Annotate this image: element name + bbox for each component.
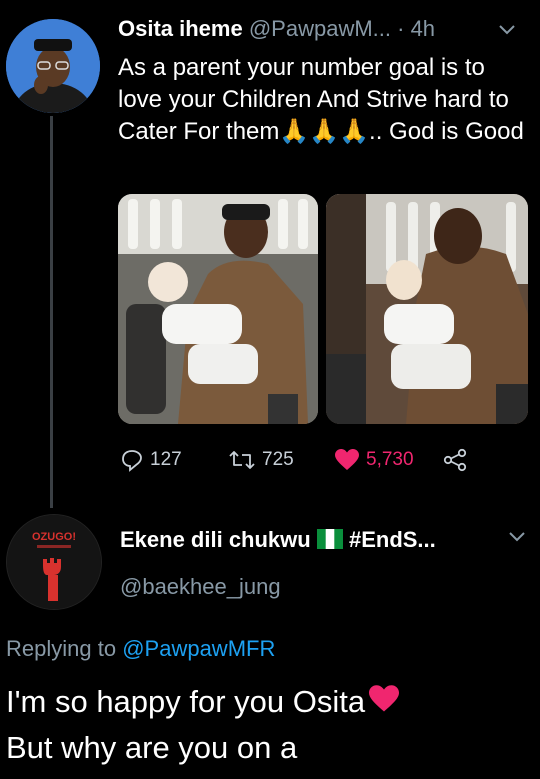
tweet-photo-1[interactable] xyxy=(118,194,318,424)
tweet-text: As a parent your number goal is to love … xyxy=(118,52,528,148)
retweet-icon xyxy=(228,448,256,472)
tweet-media xyxy=(118,194,528,424)
like-count: 5,730 xyxy=(366,449,414,470)
display-name[interactable]: Osita iheme xyxy=(118,16,243,41)
tweet-text-tail: .. God is Good xyxy=(369,118,524,145)
reply-icon xyxy=(120,448,144,472)
reply-tweet-text: I'm so happy for you Osita But why are y… xyxy=(6,680,536,770)
chevron-down-icon[interactable] xyxy=(508,530,526,548)
chevron-down-icon[interactable] xyxy=(498,20,516,41)
retweet-button[interactable]: 725 xyxy=(228,448,294,472)
reply-text-line1: I'm so happy for you Osita xyxy=(6,684,366,719)
replying-to: Replying to @PawpawMFR xyxy=(6,636,275,662)
tweet-actions: 127 725 5,730 xyxy=(118,448,528,476)
tweet1-header: Osita iheme @PawpawM... · 4h xyxy=(118,16,435,42)
replying-handle-link[interactable]: @PawpawMFR xyxy=(122,636,275,661)
share-button[interactable] xyxy=(442,448,468,472)
avatar-osita[interactable] xyxy=(6,19,100,113)
share-icon xyxy=(442,448,468,472)
tweet2-header: Ekene dili chukwu #EndS... xyxy=(120,527,436,555)
name-suffix: #EndS... xyxy=(348,527,436,552)
heart-emoji xyxy=(367,682,401,726)
thread-connector-line xyxy=(50,116,53,508)
retweet-count: 725 xyxy=(262,449,294,470)
user-handle[interactable]: @baekhee_jung xyxy=(120,574,281,600)
reply-count: 127 xyxy=(150,449,182,470)
replying-prefix: Replying to xyxy=(6,636,117,661)
flag-nigeria xyxy=(316,529,343,555)
tweet-photo-2[interactable] xyxy=(326,194,528,424)
pray-emoji: 🙏🙏🙏 xyxy=(279,118,370,145)
reply-text-line2: But why are you on a xyxy=(6,730,298,765)
avatar-ekene[interactable]: OZUGO! xyxy=(6,514,102,610)
display-name[interactable]: Ekene dili chukwu xyxy=(120,527,311,552)
tweet-time[interactable]: · 4h xyxy=(397,16,435,41)
reply-button[interactable]: 127 xyxy=(120,448,182,472)
user-handle[interactable]: @PawpawM... xyxy=(249,16,391,41)
svg-text:OZUGO!: OZUGO! xyxy=(32,531,76,543)
like-button[interactable]: 5,730 xyxy=(334,448,414,472)
heart-icon xyxy=(334,448,360,472)
